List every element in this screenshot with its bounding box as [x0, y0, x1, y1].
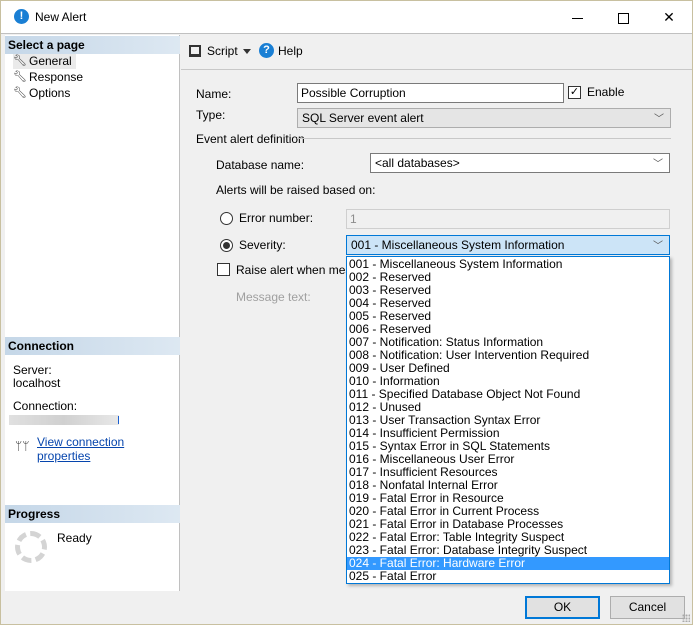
error-number-label: Error number: — [239, 211, 314, 225]
help-icon: ? — [259, 43, 274, 58]
window-title: New Alert — [35, 10, 87, 24]
select-page-header: Select a page — [5, 36, 180, 54]
severity-select-value: 001 - Miscellaneous System Information — [351, 238, 565, 252]
sidebar-item-label: Response — [29, 70, 84, 84]
close-button[interactable]: ✕ — [646, 1, 692, 33]
sidebar-item-label: Options — [29, 86, 71, 100]
server-label: Server: — [13, 363, 52, 377]
wrench-icon: 🔧︎ — [13, 87, 27, 99]
redaction-mark — [118, 416, 119, 424]
type-label: Type: — [196, 108, 226, 122]
sidebar-item-general[interactable]: 🔧︎ General — [13, 54, 76, 69]
type-select[interactable]: SQL Server event alert ﹀ — [297, 108, 671, 128]
minimize-icon — [571, 17, 583, 19]
maximize-icon — [617, 12, 629, 24]
connection-label: Connection: — [13, 399, 78, 413]
severity-label: Severity: — [239, 238, 286, 252]
raise-alert-label: Raise alert when messa — [236, 263, 365, 277]
sidebar-item-label: General — [29, 54, 72, 68]
database-name-select[interactable]: <all databases> ﹀ — [370, 153, 670, 173]
toolbar: Script ? Help — [181, 35, 692, 70]
chevron-down-icon: ﹀ — [654, 114, 664, 125]
minimize-button[interactable] — [554, 1, 600, 33]
type-select-value: SQL Server event alert — [302, 111, 424, 125]
chevron-down-icon: ﹀ — [653, 241, 663, 252]
cancel-button[interactable]: Cancel — [610, 596, 685, 619]
connection-properties-icon: ᛘᛘ — [15, 439, 30, 453]
severity-dropdown-list[interactable]: 001 - Miscellaneous System Information 00… — [346, 256, 670, 584]
script-dropdown-caret-icon[interactable] — [243, 49, 251, 54]
script-button[interactable]: Script — [207, 44, 238, 58]
name-input[interactable]: Possible Corruption — [297, 83, 564, 103]
group-divider — [297, 138, 671, 139]
message-text-label: Message text: — [236, 290, 311, 304]
raise-alert-checkbox[interactable] — [217, 263, 230, 276]
sidebar-item-options[interactable]: 🔧︎ Options — [13, 86, 70, 101]
checkmark-icon: ✓ — [569, 86, 580, 98]
enable-label: Enable — [587, 85, 625, 99]
title-bar: ! New Alert ✕ — [1, 1, 692, 34]
left-panel: Select a page 🔧︎ General 🔧︎ Response 🔧︎ … — [5, 35, 180, 591]
connection-value-redacted — [9, 415, 119, 425]
severity-select[interactable]: 001 - Miscellaneous System Information ﹀ — [346, 235, 670, 255]
ok-button[interactable]: OK — [525, 596, 600, 619]
progress-spinner-icon — [15, 531, 47, 563]
enable-checkbox[interactable]: ✓ — [568, 86, 581, 99]
progress-header: Progress — [5, 505, 180, 523]
event-alert-definition-label: Event alert definition — [196, 132, 305, 146]
alerts-raised-label: Alerts will be raised based on: — [216, 183, 376, 197]
new-alert-dialog: ! New Alert ✕ Select a page 🔧︎ General 🔧… — [0, 0, 693, 625]
script-icon — [189, 45, 201, 57]
error-number-input[interactable]: 1 — [346, 209, 670, 229]
server-value: localhost — [13, 376, 61, 390]
view-connection-properties-link[interactable]: View connection properties — [37, 435, 179, 463]
severity-option[interactable]: 025 - Fatal Error — [347, 570, 669, 583]
database-name-label: Database name: — [216, 158, 305, 172]
resize-grip[interactable] — [682, 614, 690, 622]
progress-status: Ready — [57, 531, 92, 545]
help-button[interactable]: Help — [278, 44, 303, 58]
connection-header: Connection — [5, 337, 180, 355]
close-icon: ✕ — [663, 9, 675, 25]
database-name-value: <all databases> — [375, 156, 460, 170]
wrench-icon: 🔧︎ — [13, 71, 27, 83]
maximize-button[interactable] — [600, 1, 646, 33]
severity-radio[interactable] — [220, 239, 233, 252]
error-number-radio[interactable] — [220, 212, 233, 225]
sidebar-item-response[interactable]: 🔧︎ Response — [13, 70, 83, 85]
chevron-down-icon: ﹀ — [653, 159, 663, 170]
name-label: Name: — [196, 87, 232, 101]
wrench-icon: 🔧︎ — [13, 55, 27, 67]
alert-info-icon: ! — [14, 9, 29, 24]
